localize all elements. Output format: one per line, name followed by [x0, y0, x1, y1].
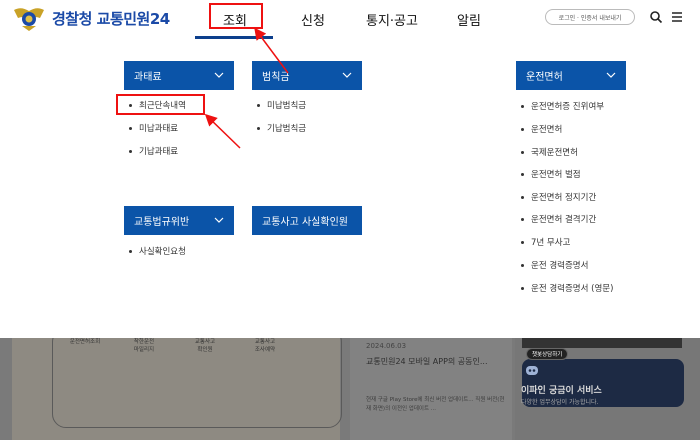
site-header: 경찰청 교통민원24 조회 신청 통지·공고 알림 로그인 · 인증서 내보내기: [0, 0, 700, 40]
chatbot-badge[interactable]: 챗봇상담하기: [526, 348, 569, 360]
news-date: 2024.06.03: [366, 342, 407, 350]
bullet-icon: [521, 286, 524, 290]
menu-item-fact-check-request[interactable]: 사실확인요청: [129, 245, 186, 257]
menu-category-violation-label: 교통법규위반: [134, 217, 190, 228]
search-icon[interactable]: [648, 9, 664, 25]
chatbot-description: 다양한 업무상담이 가능합니다.: [521, 399, 599, 406]
bullet-icon: [521, 150, 524, 154]
menu-category-penalty[interactable]: 범칙금: [252, 61, 362, 90]
quick-links-section: 운전면허조회 착한운전 마일리지 교통사고 확인원 교통사고 조사예약: [12, 338, 342, 440]
bullet-icon: [521, 263, 524, 267]
chatbot-title: 이파인 궁금이 서비스: [521, 386, 602, 396]
menu-category-accident-label: 교통사고 사실확인원: [262, 217, 348, 228]
bullet-icon: [521, 240, 524, 244]
promo-banner[interactable]: [522, 338, 682, 348]
bullet-icon: [257, 103, 260, 107]
brand-name-police: 경찰청: [52, 9, 92, 28]
menu-item-driving-record[interactable]: 운전 경력증명서: [521, 259, 588, 271]
bullet-icon: [521, 127, 524, 131]
menu-category-fine[interactable]: 과태료: [124, 61, 234, 90]
site-title: 경찰청 교통민원24: [52, 8, 170, 29]
news-section: [350, 338, 512, 440]
menu-item-driving-record-english[interactable]: 운전 경력증명서 (영문): [521, 282, 613, 294]
menu-item-unpaid-fine[interactable]: 미납과태료: [129, 122, 178, 134]
gnb-tab-notice[interactable]: 통지·공고: [366, 10, 418, 29]
menu-item-license-points[interactable]: 운전면허 벌점: [521, 168, 581, 180]
gnb-tab-alert[interactable]: 알림: [457, 10, 481, 29]
menu-item-seven-year-no-accident[interactable]: 7년 무사고: [521, 236, 570, 248]
menu-item-label: 미납범칙금: [267, 101, 307, 111]
robot-icon: [526, 366, 538, 375]
menu-item-label: 운전면허 벌점: [531, 170, 581, 180]
menu-item-license[interactable]: 운전면허: [521, 123, 562, 135]
menu-category-accident[interactable]: 교통사고 사실확인원: [252, 206, 362, 235]
menu-item-label: 운전 경력증명서 (영문): [531, 284, 614, 294]
bullet-icon: [129, 149, 132, 153]
menu-category-violation[interactable]: 교통법규위반: [124, 206, 234, 235]
menu-item-disqualification-period[interactable]: 운전면허 결격기간: [521, 213, 596, 225]
chevron-down-icon: [214, 217, 224, 223]
bullet-icon: [257, 126, 260, 130]
brand-name-service: 교통민원24: [96, 9, 171, 28]
menu-item-paid-fine[interactable]: 기납과태료: [129, 145, 178, 157]
gnb-tab-apply[interactable]: 신청: [301, 10, 325, 29]
menu-category-penalty-label: 범칙금: [262, 72, 290, 83]
menu-category-license-label: 운전면허: [526, 72, 563, 83]
menu-item-label: 기납과태료: [139, 147, 179, 157]
menu-item-paid-penalty[interactable]: 기납범칙금: [257, 122, 306, 134]
menu-item-label: 운전면허 정지기간: [531, 193, 597, 203]
bullet-icon: [129, 249, 132, 253]
active-tab-indicator: [195, 36, 273, 39]
menu-item-label: 운전 경력증명서: [531, 261, 589, 271]
menu-item-label: 운전면허 결격기간: [531, 215, 597, 225]
menu-item-label: 미납과태료: [139, 124, 179, 134]
menu-item-label: 운전면허: [531, 125, 563, 135]
dimmed-page-background: 운전면허조회 착한운전 마일리지 교통사고 확인원 교통사고 조사예약 2024…: [0, 338, 700, 440]
menu-category-license[interactable]: 운전면허: [516, 61, 626, 90]
menu-item-label: 기납범칙금: [267, 124, 307, 134]
news-title[interactable]: 교통민원24 모바일 APP의 공동인...: [366, 356, 488, 367]
login-button[interactable]: 로그인 · 인증서 내보내기: [545, 9, 635, 25]
chevron-down-icon: [606, 72, 616, 78]
bullet-icon: [521, 104, 524, 108]
menu-item-label: 운전면허증 진위여부: [531, 102, 605, 112]
bullet-icon: [129, 126, 132, 130]
menu-category-fine-label: 과태료: [134, 72, 162, 83]
chevron-down-icon: [342, 72, 352, 78]
menu-item-international-license[interactable]: 국제운전면허: [521, 146, 578, 158]
highlight-box-recent-enforcement: [116, 94, 205, 115]
chevron-down-icon: [214, 72, 224, 78]
quick-link-mileage[interactable]: 착한운전 마일리지: [120, 338, 168, 354]
police-emblem-icon: [14, 8, 44, 31]
news-description: 현재 구글 Play Store에 최신 버전 업데이트... 직원 버전(현재…: [366, 397, 505, 412]
site-logo[interactable]: 경찰청 교통민원24: [12, 4, 170, 32]
bullet-icon: [521, 195, 524, 199]
quick-link-accident-booking[interactable]: 교통사고 조사예약: [241, 338, 289, 354]
menu-item-license-authenticity[interactable]: 운전면허증 진위여부: [521, 100, 604, 112]
quick-link-accident-cert[interactable]: 교통사고 확인원: [181, 338, 229, 354]
bullet-icon: [521, 217, 524, 221]
menu-item-label: 7년 무사고: [531, 238, 571, 248]
menu-item-suspension-period[interactable]: 운전면허 정지기간: [521, 191, 596, 203]
mega-menu-panel: 과태료 최근단속내역 미납과태료 기납과태료 범칙금 미납범칙금 기납범칙금 교…: [0, 40, 700, 338]
highlight-box-tab: [209, 3, 263, 29]
menu-item-label: 국제운전면허: [531, 148, 578, 158]
menu-item-label: 사실확인요청: [139, 247, 186, 257]
hamburger-menu-icon[interactable]: [670, 10, 684, 24]
menu-item-unpaid-penalty[interactable]: 미납범칙금: [257, 99, 306, 111]
quick-link-license[interactable]: 운전면허조회: [61, 338, 109, 346]
bullet-icon: [521, 172, 524, 176]
